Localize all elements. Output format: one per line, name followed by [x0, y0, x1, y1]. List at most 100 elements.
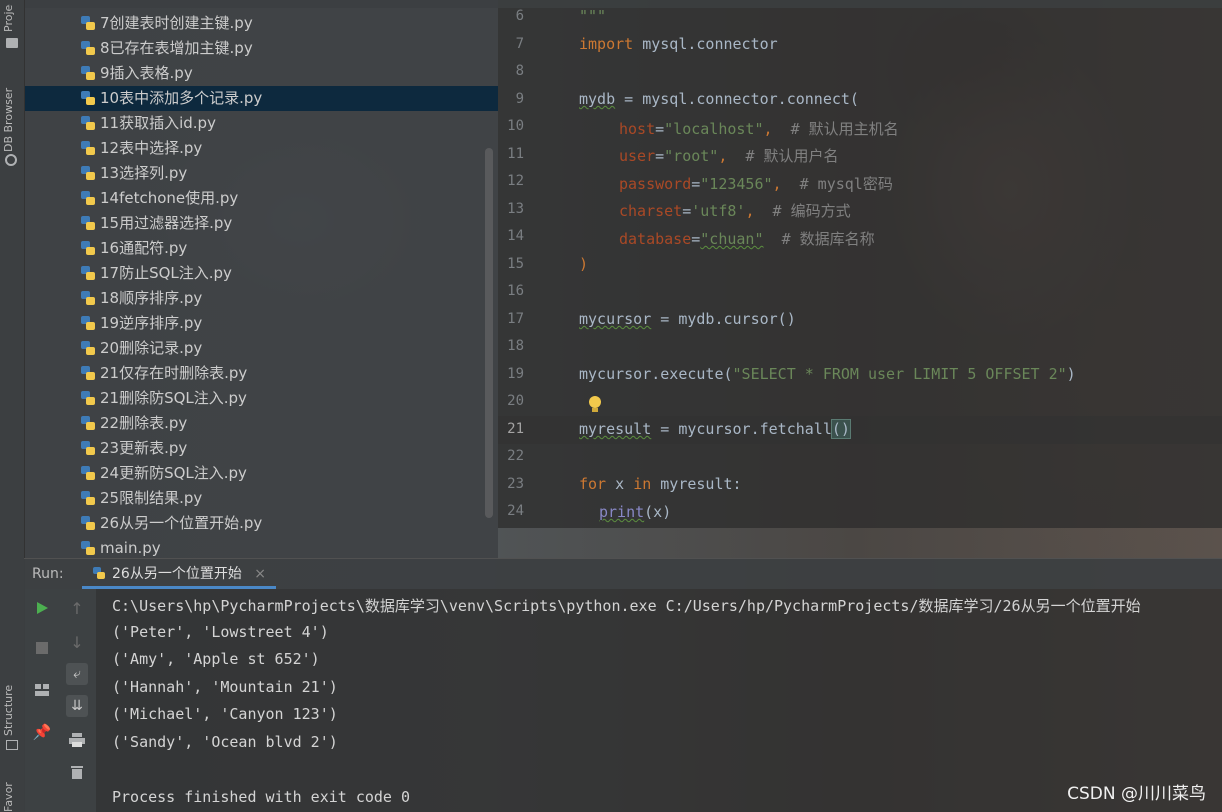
python-file-icon	[80, 264, 96, 280]
file-tree-item[interactable]: 16通配符.py	[80, 236, 187, 261]
file-name: 20删除记录.py	[100, 339, 203, 357]
database-icon	[5, 154, 17, 166]
code-line-21: myresult = mycursor.fetchall()	[579, 419, 851, 439]
console-line: ('Hannah', 'Mountain 21')	[112, 677, 338, 696]
code-line-19: mycursor.execute("SELECT * FROM user LIM…	[579, 365, 1076, 383]
file-name: 19逆序排序.py	[100, 314, 203, 332]
python-file-icon	[80, 64, 96, 80]
file-tree-item[interactable]: 14fetchone使用.py	[80, 186, 238, 211]
file-tree-item[interactable]: 21仅存在时删除表.py	[80, 361, 247, 386]
console-line: ('Amy', 'Apple st 652')	[112, 650, 320, 668]
python-file-icon	[80, 339, 96, 355]
down-arrow-icon[interactable]: ↓	[66, 631, 88, 653]
file-tree-item[interactable]: 8已存在表增加主键.py	[80, 36, 253, 61]
line-number: 16	[507, 283, 524, 299]
file-tree-item[interactable]: 24更新防SQL注入.py	[80, 461, 247, 486]
file-name: 11获取插入id.py	[100, 114, 216, 132]
file-name: 16通配符.py	[100, 239, 188, 257]
file-tree-item[interactable]: 10表中添加多个记录.py	[80, 86, 262, 111]
tab-favorites[interactable]: Favorites	[2, 782, 22, 812]
file-tree-item[interactable]: 21删除防SQL注入.py	[80, 386, 247, 411]
file-tree-item[interactable]: 7创建表时创建主键.py	[80, 11, 253, 36]
line-number: 12	[507, 173, 524, 189]
stop-icon[interactable]	[31, 637, 53, 659]
structure-icon	[6, 740, 18, 750]
file-name: main.py	[100, 539, 161, 557]
file-tree-item[interactable]: 20删除记录.py	[80, 336, 202, 361]
code-line-12: password="123456", # mysql密码	[619, 175, 893, 193]
scroll-to-end-icon[interactable]: ⇊	[66, 695, 88, 717]
file-tree-item[interactable]: 12表中选择.py	[80, 136, 202, 161]
file-name: 15用过滤器选择.py	[100, 214, 233, 232]
run-label: Run:	[32, 566, 64, 582]
file-tree-item[interactable]: 18顺序排序.py	[80, 286, 202, 311]
file-tree-item[interactable]: 19逆序排序.py	[80, 311, 202, 336]
file-name: 7创建表时创建主键.py	[100, 14, 253, 32]
python-file-icon	[80, 239, 96, 255]
python-file-icon	[80, 314, 96, 330]
file-name: 21仅存在时删除表.py	[100, 364, 248, 382]
python-file-icon	[80, 389, 96, 405]
file-tree-item[interactable]: 9插入表格.py	[80, 61, 193, 86]
file-name: 17防止SQL注入.py	[100, 264, 232, 282]
line-number: 11	[507, 145, 524, 162]
console-line: ('Michael', 'Canyon 123')	[112, 705, 338, 723]
file-name: 22删除表.py	[100, 414, 188, 432]
python-file-icon	[80, 414, 96, 430]
console-line: C:\Users\hp\PycharmProjects\数据库学习\venv\S…	[112, 597, 1141, 615]
pin-icon[interactable]: 📌	[31, 721, 53, 743]
line-number: 17	[507, 310, 524, 327]
file-name: 12表中选择.py	[100, 139, 203, 157]
run-config-tab[interactable]: 26从另一个位置开始 ×	[82, 559, 277, 589]
tab-db-browser[interactable]: DB Browser	[2, 80, 22, 152]
tab-project[interactable]: Project	[2, 4, 22, 32]
code-line-23: for x in myresult:	[579, 475, 742, 493]
file-tree-item[interactable]: 25限制结果.py	[80, 486, 202, 511]
python-file-icon	[80, 114, 96, 130]
line-number: 14	[507, 228, 524, 244]
editor-tab-bar	[498, 0, 1222, 8]
rerun-icon[interactable]	[31, 597, 53, 619]
file-tree-item[interactable]: 11获取插入id.py	[80, 111, 216, 136]
trash-icon[interactable]	[66, 761, 88, 783]
tab-structure[interactable]: Structure	[2, 676, 22, 736]
python-file-icon	[80, 439, 96, 455]
print-icon[interactable]	[66, 729, 88, 751]
python-file-icon	[80, 514, 96, 530]
file-name: 13选择列.py	[100, 164, 188, 182]
layout-icon[interactable]	[31, 679, 53, 701]
file-name: 8已存在表增加主键.py	[100, 39, 253, 57]
file-name: 23更新表.py	[100, 439, 188, 457]
close-icon[interactable]: ×	[254, 566, 266, 582]
code-line-9: mydb = mysql.connector.connect(	[579, 90, 859, 108]
file-name: 26从另一个位置开始.py	[100, 514, 263, 532]
run-console[interactable]: C:\Users\hp\PycharmProjects\数据库学习\venv\S…	[96, 589, 1222, 812]
line-number: 23	[507, 475, 524, 492]
console-line: Process finished with exit code 0	[112, 787, 411, 806]
up-arrow-icon[interactable]: ↑	[66, 597, 88, 619]
file-tree-item[interactable]: 15用过滤器选择.py	[80, 211, 232, 236]
file-tree-item[interactable]: 22删除表.py	[80, 411, 187, 436]
line-number: 19	[507, 365, 524, 382]
file-name: 24更新防SQL注入.py	[100, 464, 247, 482]
code-line-13: charset='utf8', # 编码方式	[619, 202, 851, 220]
line-number: 22	[507, 448, 524, 464]
code-editor[interactable]: 6 7 8 9 10 11 12 13 14 15 16 17 18 19 20 21 22 23 24 """ i…	[498, 0, 1222, 528]
line-number: 21	[507, 420, 524, 437]
file-name: 9插入表格.py	[100, 64, 193, 82]
line-gutter: 6 7 8 9 10 11 12 13 14 15 16 17 18 19 20 21 22 23 24	[498, 0, 550, 528]
file-tree-item[interactable]: 13选择列.py	[80, 161, 187, 186]
project-scrollbar[interactable]	[485, 148, 493, 518]
code-line-15: )	[579, 255, 589, 273]
file-tree-item[interactable]: 26从另一个位置开始.py	[80, 511, 262, 536]
file-name: 14fetchone使用.py	[100, 189, 239, 207]
lightbulb-icon[interactable]	[588, 396, 602, 414]
file-tree-item[interactable]: 23更新表.py	[80, 436, 187, 461]
run-toolbar: ↑ ↓ ⤶ ⇊ 📌	[24, 589, 96, 812]
file-tree-item[interactable]: main.py	[80, 536, 161, 558]
python-file-icon	[80, 289, 96, 305]
code-line-6: """	[579, 7, 607, 25]
left-tool-strip: Project DB Browser Structure Favorites	[0, 0, 25, 812]
soft-wrap-icon[interactable]: ⤶	[66, 663, 88, 685]
file-tree-item[interactable]: 17防止SQL注入.py	[80, 261, 232, 286]
